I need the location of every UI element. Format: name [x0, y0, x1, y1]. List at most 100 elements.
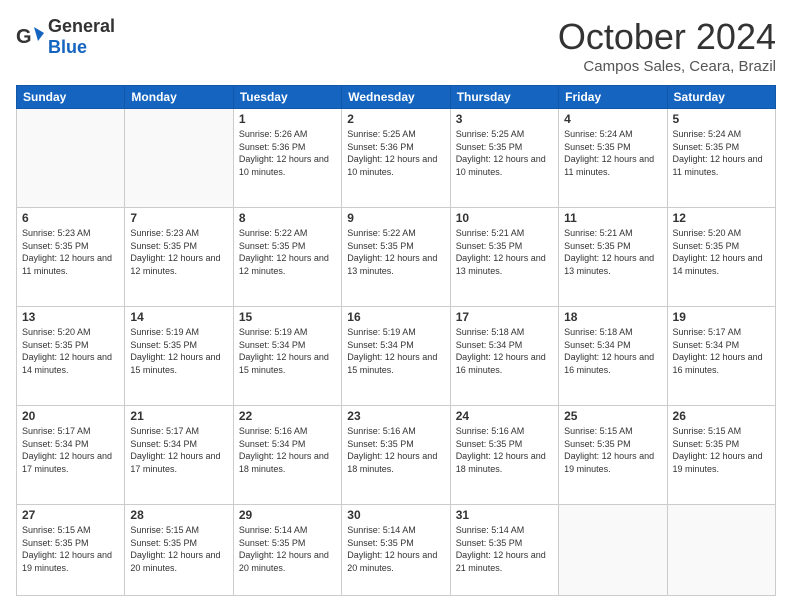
- day-info: Sunrise: 5:16 AM Sunset: 5:35 PM Dayligh…: [456, 425, 553, 475]
- day-info: Sunrise: 5:14 AM Sunset: 5:35 PM Dayligh…: [347, 524, 444, 574]
- day-number: 4: [564, 112, 661, 126]
- calendar-cell: 13 Sunrise: 5:20 AM Sunset: 5:35 PM Dayli…: [17, 307, 125, 406]
- header: G General Blue October 2024 Campos Sales…: [16, 16, 776, 75]
- calendar-cell: 19 Sunrise: 5:17 AM Sunset: 5:34 PM Dayli…: [667, 307, 775, 406]
- day-info: Sunrise: 5:20 AM Sunset: 5:35 PM Dayligh…: [673, 227, 770, 277]
- month-title: October 2024: [558, 16, 776, 58]
- calendar-week-4: 27Sunrise: 5:15 AM Sunset: 5:35 PM Dayli…: [17, 505, 776, 596]
- logo-icon: G: [16, 23, 44, 51]
- calendar-cell: 16Sunrise: 5:19 AM Sunset: 5:34 PM Dayli…: [342, 307, 450, 406]
- day-info: Sunrise: 5:15 AM Sunset: 5:35 PM Dayligh…: [564, 425, 661, 475]
- day-number: 19: [673, 310, 770, 324]
- calendar-cell: 30Sunrise: 5:14 AM Sunset: 5:35 PM Dayli…: [342, 505, 450, 596]
- day-info: Sunrise: 5:22 AM Sunset: 5:35 PM Dayligh…: [239, 227, 336, 277]
- day-number: 9: [347, 211, 444, 225]
- day-info: Sunrise: 5:18 AM Sunset: 5:34 PM Dayligh…: [564, 326, 661, 376]
- day-info: Sunrise: 5:23 AM Sunset: 5:35 PM Dayligh…: [22, 227, 119, 277]
- day-info: Sunrise: 5:17 AM Sunset: 5:34 PM Dayligh…: [673, 326, 770, 376]
- calendar-cell: 22Sunrise: 5:16 AM Sunset: 5:34 PM Dayli…: [233, 406, 341, 505]
- calendar-cell: 2 Sunrise: 5:25 AM Sunset: 5:36 PM Daylig…: [342, 109, 450, 208]
- calendar-cell: 29 Sunrise: 5:14 AM Sunset: 5:35 PM Dayli…: [233, 505, 341, 596]
- day-number: 13: [22, 310, 119, 324]
- logo-general: General: [48, 16, 115, 36]
- title-section: October 2024 Campos Sales, Ceara, Brazil: [558, 16, 776, 75]
- day-number: 25: [564, 409, 661, 423]
- calendar-cell: 4 Sunrise: 5:24 AM Sunset: 5:35 PM Daylig…: [559, 109, 667, 208]
- day-info: Sunrise: 5:15 AM Sunset: 5:35 PM Dayligh…: [673, 425, 770, 475]
- day-info: Sunrise: 5:22 AM Sunset: 5:35 PM Dayligh…: [347, 227, 444, 277]
- day-info: Sunrise: 5:19 AM Sunset: 5:34 PM Dayligh…: [239, 326, 336, 376]
- calendar-cell: [125, 109, 233, 208]
- day-info: Sunrise: 5:25 AM Sunset: 5:36 PM Dayligh…: [347, 128, 444, 178]
- day-number: 21: [130, 409, 227, 423]
- calendar-cell: 27Sunrise: 5:15 AM Sunset: 5:35 PM Dayli…: [17, 505, 125, 596]
- location: Campos Sales, Ceara, Brazil: [558, 58, 776, 75]
- day-info: Sunrise: 5:25 AM Sunset: 5:35 PM Dayligh…: [456, 128, 553, 178]
- day-info: Sunrise: 5:17 AM Sunset: 5:34 PM Dayligh…: [22, 425, 119, 475]
- calendar-cell: 5Sunrise: 5:24 AM Sunset: 5:35 PM Daylig…: [667, 109, 775, 208]
- calendar-cell: 11 Sunrise: 5:21 AM Sunset: 5:35 PM Dayli…: [559, 208, 667, 307]
- calendar-table: SundayMondayTuesdayWednesdayThursdayFrid…: [16, 85, 776, 596]
- calendar-header-friday: Friday: [559, 86, 667, 109]
- day-number: 14: [130, 310, 227, 324]
- calendar-header-thursday: Thursday: [450, 86, 558, 109]
- calendar-cell: 18 Sunrise: 5:18 AM Sunset: 5:34 PM Dayli…: [559, 307, 667, 406]
- day-info: Sunrise: 5:16 AM Sunset: 5:35 PM Dayligh…: [347, 425, 444, 475]
- calendar-week-1: 6Sunrise: 5:23 AM Sunset: 5:35 PM Daylig…: [17, 208, 776, 307]
- day-info: Sunrise: 5:24 AM Sunset: 5:35 PM Dayligh…: [564, 128, 661, 178]
- day-info: Sunrise: 5:16 AM Sunset: 5:34 PM Dayligh…: [239, 425, 336, 475]
- day-number: 29: [239, 508, 336, 522]
- day-number: 20: [22, 409, 119, 423]
- calendar-header-row: SundayMondayTuesdayWednesdayThursdayFrid…: [17, 86, 776, 109]
- calendar-cell: 25 Sunrise: 5:15 AM Sunset: 5:35 PM Dayli…: [559, 406, 667, 505]
- calendar-cell: 17 Sunrise: 5:18 AM Sunset: 5:34 PM Dayli…: [450, 307, 558, 406]
- calendar-cell: 3 Sunrise: 5:25 AM Sunset: 5:35 PM Daylig…: [450, 109, 558, 208]
- calendar-cell: 9 Sunrise: 5:22 AM Sunset: 5:35 PM Daylig…: [342, 208, 450, 307]
- calendar-cell: 8 Sunrise: 5:22 AM Sunset: 5:35 PM Daylig…: [233, 208, 341, 307]
- day-number: 16: [347, 310, 444, 324]
- calendar-week-0: 1 Sunrise: 5:26 AM Sunset: 5:36 PM Daylig…: [17, 109, 776, 208]
- calendar-header-monday: Monday: [125, 86, 233, 109]
- day-number: 7: [130, 211, 227, 225]
- calendar-cell: 12 Sunrise: 5:20 AM Sunset: 5:35 PM Dayli…: [667, 208, 775, 307]
- day-info: Sunrise: 5:21 AM Sunset: 5:35 PM Dayligh…: [456, 227, 553, 277]
- day-number: 2: [347, 112, 444, 126]
- day-info: Sunrise: 5:20 AM Sunset: 5:35 PM Dayligh…: [22, 326, 119, 376]
- day-number: 17: [456, 310, 553, 324]
- day-info: Sunrise: 5:18 AM Sunset: 5:34 PM Dayligh…: [456, 326, 553, 376]
- calendar-cell: [559, 505, 667, 596]
- calendar-header-sunday: Sunday: [17, 86, 125, 109]
- day-info: Sunrise: 5:17 AM Sunset: 5:34 PM Dayligh…: [130, 425, 227, 475]
- day-number: 23: [347, 409, 444, 423]
- logo-blue: Blue: [48, 37, 87, 57]
- day-number: 1: [239, 112, 336, 126]
- day-number: 15: [239, 310, 336, 324]
- day-number: 11: [564, 211, 661, 225]
- day-number: 10: [456, 211, 553, 225]
- calendar-cell: 1 Sunrise: 5:26 AM Sunset: 5:36 PM Daylig…: [233, 109, 341, 208]
- logo: G General Blue: [16, 16, 115, 58]
- day-number: 8: [239, 211, 336, 225]
- day-info: Sunrise: 5:14 AM Sunset: 5:35 PM Dayligh…: [456, 524, 553, 574]
- page: G General Blue October 2024 Campos Sales…: [0, 0, 792, 612]
- calendar-cell: [17, 109, 125, 208]
- day-number: 12: [673, 211, 770, 225]
- calendar-cell: 14 Sunrise: 5:19 AM Sunset: 5:35 PM Dayli…: [125, 307, 233, 406]
- day-info: Sunrise: 5:23 AM Sunset: 5:35 PM Dayligh…: [130, 227, 227, 277]
- calendar-cell: 28Sunrise: 5:15 AM Sunset: 5:35 PM Dayli…: [125, 505, 233, 596]
- calendar-header-tuesday: Tuesday: [233, 86, 341, 109]
- day-info: Sunrise: 5:21 AM Sunset: 5:35 PM Dayligh…: [564, 227, 661, 277]
- day-info: Sunrise: 5:26 AM Sunset: 5:36 PM Dayligh…: [239, 128, 336, 178]
- day-info: Sunrise: 5:19 AM Sunset: 5:35 PM Dayligh…: [130, 326, 227, 376]
- calendar-cell: 6Sunrise: 5:23 AM Sunset: 5:35 PM Daylig…: [17, 208, 125, 307]
- calendar-cell: 24 Sunrise: 5:16 AM Sunset: 5:35 PM Dayli…: [450, 406, 558, 505]
- calendar-header-wednesday: Wednesday: [342, 86, 450, 109]
- day-info: Sunrise: 5:24 AM Sunset: 5:35 PM Dayligh…: [673, 128, 770, 178]
- day-number: 27: [22, 508, 119, 522]
- day-number: 3: [456, 112, 553, 126]
- calendar-cell: 15 Sunrise: 5:19 AM Sunset: 5:34 PM Dayli…: [233, 307, 341, 406]
- day-number: 24: [456, 409, 553, 423]
- calendar-cell: 21 Sunrise: 5:17 AM Sunset: 5:34 PM Dayli…: [125, 406, 233, 505]
- day-number: 18: [564, 310, 661, 324]
- day-info: Sunrise: 5:14 AM Sunset: 5:35 PM Dayligh…: [239, 524, 336, 574]
